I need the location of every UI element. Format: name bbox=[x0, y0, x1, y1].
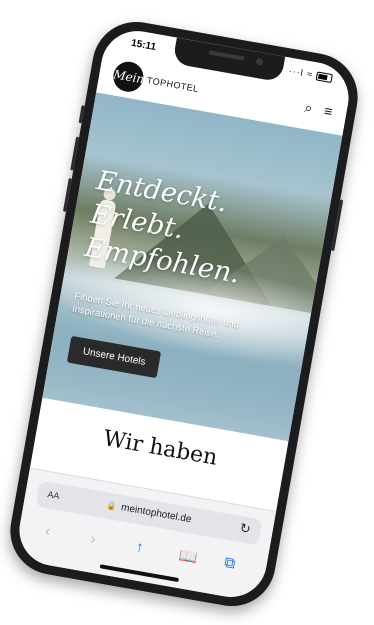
status-time: 15:11 bbox=[130, 37, 157, 53]
logo-mark[interactable]: Mein bbox=[110, 59, 146, 95]
bookmarks-icon[interactable]: 📖 bbox=[178, 546, 200, 567]
logo-text[interactable]: TOPHOTEL bbox=[146, 75, 199, 94]
menu-icon[interactable]: ≡ bbox=[323, 102, 334, 119]
side-button-volume-up bbox=[70, 136, 80, 171]
speaker bbox=[208, 50, 245, 61]
side-button-silent bbox=[78, 105, 85, 124]
home-indicator bbox=[99, 564, 180, 583]
wifi-icon: ≈ bbox=[306, 68, 314, 80]
search-icon[interactable]: ⌕ bbox=[304, 99, 315, 116]
tabs-icon[interactable]: ⧉ bbox=[223, 554, 237, 573]
front-camera bbox=[255, 57, 264, 66]
side-button-volume-down bbox=[62, 177, 72, 212]
phone-device: 15:11 ···l ≈ Mein TOPHOTEL ⌕ ≡ Entdeckt.… bbox=[3, 14, 365, 614]
side-button-power bbox=[331, 199, 344, 252]
signal-icon: ···l bbox=[288, 65, 305, 79]
phone-screen: 15:11 ···l ≈ Mein TOPHOTEL ⌕ ≡ Entdeckt.… bbox=[13, 25, 355, 603]
lock-icon: 🔒 bbox=[105, 500, 118, 512]
hero-image: Entdeckt. Erlebt. Empfohlen. Finden Sie … bbox=[42, 92, 343, 442]
status-icons: ···l ≈ bbox=[288, 66, 333, 84]
back-icon[interactable]: ‹ bbox=[44, 522, 52, 540]
header-icons: ⌕ ≡ bbox=[295, 98, 334, 121]
url-value: meintophotel.de bbox=[120, 502, 193, 526]
forward-icon[interactable]: › bbox=[89, 530, 97, 548]
scene: 15:11 ···l ≈ Mein TOPHOTEL ⌕ ≡ Entdeckt.… bbox=[0, 0, 374, 625]
browser-bottom-bar: AA 🔒 meintophotel.de ↻ ‹ › ↑ 📖 ⧉ bbox=[13, 467, 277, 603]
share-icon[interactable]: ↑ bbox=[134, 538, 144, 556]
battery-icon bbox=[315, 71, 333, 84]
